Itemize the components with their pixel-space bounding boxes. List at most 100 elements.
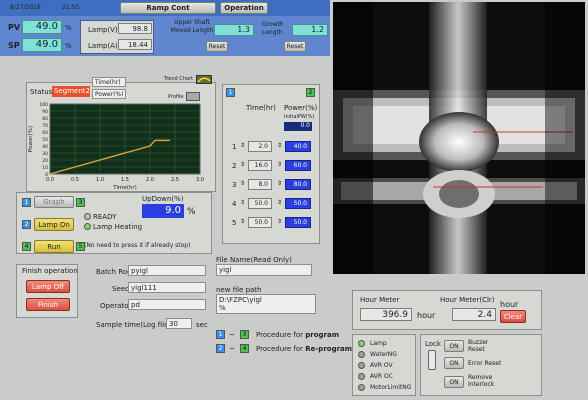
proc-reprogram-text: Procedure for Re-program xyxy=(256,345,353,353)
alarm-label: Lamp xyxy=(370,340,387,347)
upper-shaft-reset-button[interactable]: Reset xyxy=(206,41,228,52)
remove-interlock-on-button[interactable]: ON xyxy=(444,376,464,388)
proc-badge-4: 4 xyxy=(240,344,249,353)
x-tick-label: 0.0 xyxy=(46,177,54,183)
pv-unit: % xyxy=(65,24,72,32)
file-path-suffix: % xyxy=(219,304,226,312)
buzzer-reset-label: Buzzer Reset xyxy=(468,339,489,353)
lamp-heating-led xyxy=(84,223,91,230)
stepper-icon[interactable]: ⇕ xyxy=(277,161,282,168)
x-tick-label: 2.5 xyxy=(171,177,179,183)
operation-button[interactable]: Operation xyxy=(220,2,268,14)
stepper-icon[interactable]: ⇕ xyxy=(277,142,282,149)
profile-power-input[interactable]: 80.0 xyxy=(285,179,311,190)
stepper-icon[interactable]: ⇕ xyxy=(240,199,245,206)
stepper-icon[interactable]: ⇕ xyxy=(240,218,245,225)
growth-reset-button[interactable]: Reset xyxy=(284,41,306,52)
y-tick-label: 40 xyxy=(42,144,48,150)
stepper-icon[interactable]: ⇕ xyxy=(277,180,282,187)
y-axis-label: Power(%) xyxy=(28,126,34,152)
new-path-label: new file path xyxy=(216,286,262,294)
hour-meter-unit: hour xyxy=(417,311,436,320)
sample-time-unit: sec xyxy=(196,321,208,329)
lamp-off-button[interactable]: Lamp Off xyxy=(26,280,70,293)
sp-unit: % xyxy=(65,42,72,50)
y-tick-label: 10 xyxy=(42,165,48,171)
lock-switch[interactable] xyxy=(428,350,436,370)
initial-power-label: InitialPW(%) xyxy=(284,114,315,120)
profile-power-input[interactable]: 40.0 xyxy=(285,141,311,152)
lock-label: Lock xyxy=(425,340,441,348)
sp-label: SP xyxy=(8,41,20,50)
profile-time-input[interactable]: 2.0 xyxy=(248,141,272,152)
x-tick-label: 1.5 xyxy=(121,177,129,183)
profile-row-number: 1 xyxy=(232,143,237,151)
power-pct-field: Power(%) xyxy=(92,89,126,99)
file-name-label: File Name(Read Only) xyxy=(216,256,292,264)
error-reset-label: Error Reset xyxy=(468,360,502,367)
x-tick-label: 1.0 xyxy=(96,177,104,183)
batch-rod-label: Batch Rod xyxy=(96,268,132,276)
stepper-icon[interactable]: ⇕ xyxy=(240,161,245,168)
ctrl-badge-3: 3 xyxy=(76,198,85,207)
ready-label: READY xyxy=(93,213,117,221)
status-value: Segment2 xyxy=(52,86,90,97)
hour-meter-clr-value: 2.4 xyxy=(452,308,496,321)
profile-time-input[interactable]: 50.0 xyxy=(248,217,272,228)
y-tick-label: 60 xyxy=(42,130,48,136)
profile-power-input[interactable]: 50.0 xyxy=(285,217,311,228)
y-tick-label: 100 xyxy=(39,102,48,108)
graph-button[interactable]: Graph xyxy=(34,196,74,208)
pv-value: 49.0 xyxy=(22,20,62,34)
time-hr-field: Time(hr) xyxy=(92,77,126,87)
buzzer-reset-on-button[interactable]: ON xyxy=(444,340,464,352)
trend-chart-toggle[interactable] xyxy=(196,75,212,84)
clear-button[interactable]: Clear xyxy=(500,310,526,323)
trend-wave-icon xyxy=(197,77,211,83)
lamp-v-value: 98.8 xyxy=(118,23,152,34)
status-label: Status xyxy=(30,88,53,96)
updown-value[interactable]: 9.0 xyxy=(142,204,184,218)
file-name-field: yigl xyxy=(216,264,312,276)
seed-label: Seed xyxy=(112,285,130,293)
file-path-field[interactable]: D:\FZPC\yigl% xyxy=(216,294,316,314)
operator-input[interactable]: pd xyxy=(128,299,206,310)
initial-power-value: 0.0 xyxy=(284,122,312,131)
finish-button[interactable]: Finish xyxy=(26,298,70,311)
time-text: 21:55 xyxy=(62,4,80,11)
updown-label: UpDown(%) xyxy=(142,195,184,203)
seed-input[interactable]: yigl111 xyxy=(128,282,206,293)
stepper-icon[interactable]: ⇕ xyxy=(277,199,282,206)
stepper-icon[interactable]: ⇕ xyxy=(277,218,282,225)
ready-led xyxy=(84,213,91,220)
profile-time-input[interactable]: 16.0 xyxy=(248,160,272,171)
badge-1: 1 xyxy=(226,88,235,97)
stepper-icon[interactable]: ⇕ xyxy=(240,142,245,149)
x-tick-label: 2.0 xyxy=(146,177,154,183)
lamp-a-label: Lamp(A) xyxy=(88,42,118,50)
profile-time-input[interactable]: 8.0 xyxy=(248,179,272,190)
y-tick-label: 50 xyxy=(42,137,48,143)
run-button[interactable]: Run xyxy=(34,240,74,253)
batch-rod-input[interactable]: pyigl xyxy=(128,265,206,276)
error-reset-on-button[interactable]: ON xyxy=(444,357,464,369)
operator-label: Operator xyxy=(100,302,132,310)
y-tick-label: 90 xyxy=(42,109,48,115)
profile-row-number: 3 xyxy=(232,181,237,189)
profile-power-input[interactable]: 50.0 xyxy=(285,198,311,209)
ctrl-badge-1: 1 xyxy=(22,198,31,207)
upper-shaft-value: 1.3 xyxy=(214,24,254,36)
profile-col-time: Time(hr) xyxy=(246,104,276,112)
ramp-cont-button[interactable]: Ramp Cont xyxy=(120,2,216,14)
profile-time-input[interactable]: 50.0 xyxy=(248,198,272,209)
alarm-led xyxy=(358,340,365,347)
lamp-on-button[interactable]: Lamp On xyxy=(34,218,74,231)
profile-power-input[interactable]: 60.0 xyxy=(285,160,311,171)
stepper-icon[interactable]: ⇕ xyxy=(240,180,245,187)
sample-time-input[interactable]: 30 xyxy=(166,318,192,329)
alarm-led xyxy=(358,373,365,380)
pv-label: PV xyxy=(8,23,21,32)
camera-view xyxy=(333,2,585,274)
date-text: 8/27/2018 xyxy=(10,4,41,11)
profile-row-number: 2 xyxy=(232,162,237,170)
